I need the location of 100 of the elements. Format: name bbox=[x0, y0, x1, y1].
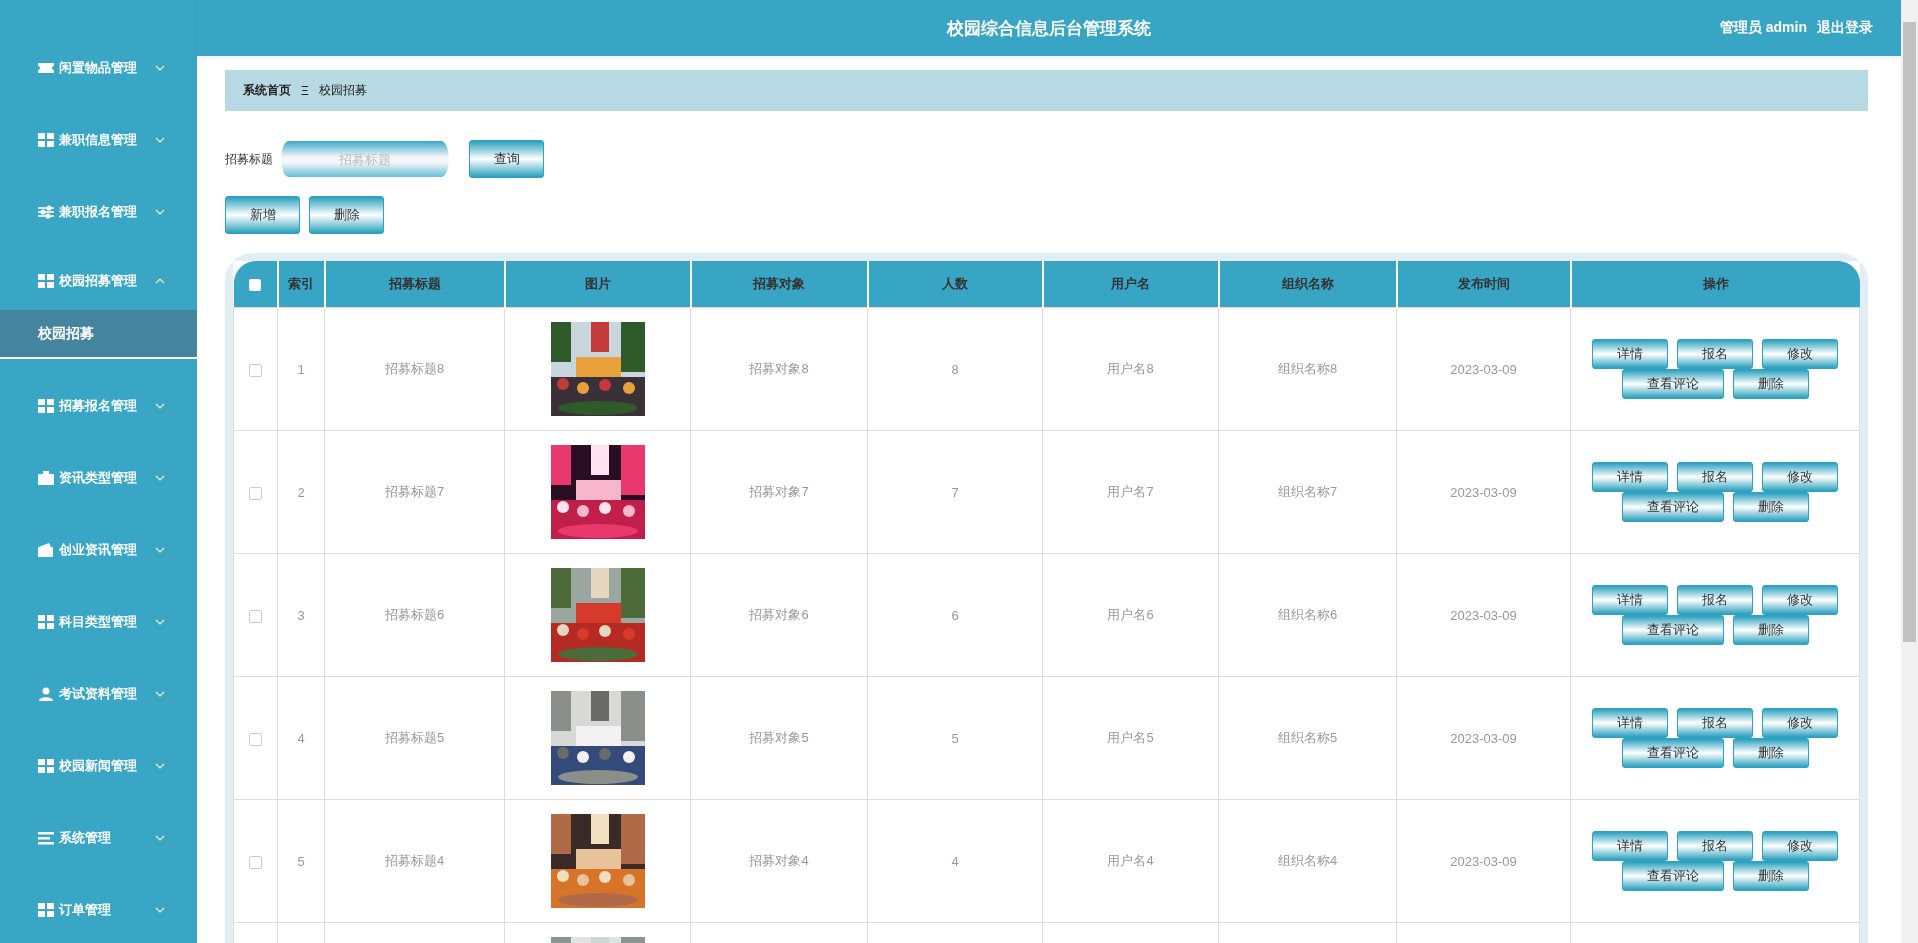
table-cell: 招募标题7 bbox=[384, 484, 445, 499]
action-button[interactable]: 报名 bbox=[1677, 462, 1753, 492]
select-all-checkbox[interactable] bbox=[249, 279, 261, 292]
grid-icon bbox=[38, 399, 54, 413]
action-button[interactable]: 报名 bbox=[1677, 708, 1753, 738]
table-cell: 2023-03-09 bbox=[1450, 607, 1517, 623]
table-cell: 用户名7 bbox=[1107, 484, 1154, 499]
briefcase-icon bbox=[38, 471, 54, 485]
table-cell: 2023-03-09 bbox=[1450, 484, 1517, 500]
lines-icon bbox=[38, 831, 54, 845]
table-cell: 2023-03-09 bbox=[1450, 361, 1517, 377]
column-header: 招募对象 bbox=[690, 261, 868, 308]
column-header: 组织名称 bbox=[1218, 261, 1397, 308]
menu-label: 创业资讯管理 bbox=[59, 541, 138, 559]
row-checkbox[interactable] bbox=[249, 855, 262, 869]
table-cell: 招募标题6 bbox=[384, 607, 445, 622]
delete-button[interactable]: 删除 bbox=[309, 196, 384, 234]
action-button[interactable]: 报名 bbox=[1677, 585, 1753, 615]
table-cell: 招募标题8 bbox=[384, 361, 445, 376]
action-button[interactable]: 删除 bbox=[1732, 738, 1809, 768]
grid-icon bbox=[38, 274, 54, 288]
table-cell: 招募对象7 bbox=[749, 484, 809, 499]
table-cell: 组织名称8 bbox=[1277, 361, 1338, 376]
column-header: 索引 bbox=[277, 261, 325, 308]
search-field[interactable]: 招募标题 bbox=[281, 141, 449, 177]
row-checkbox[interactable] bbox=[249, 363, 262, 377]
chevron-icon bbox=[155, 278, 165, 284]
column-header: 发布时间 bbox=[1396, 261, 1571, 308]
action-button[interactable]: 删除 bbox=[1732, 861, 1809, 891]
sliders-icon bbox=[38, 205, 54, 219]
chevron-icon bbox=[155, 475, 165, 481]
action-button[interactable]: 详情 bbox=[1592, 831, 1668, 861]
action-button[interactable]: 删除 bbox=[1732, 615, 1809, 645]
table-cell: 组织名称6 bbox=[1277, 607, 1338, 622]
grid-icon bbox=[38, 903, 54, 917]
row-checkbox[interactable] bbox=[249, 732, 262, 746]
action-button[interactable]: 查看评论 bbox=[1621, 861, 1724, 891]
row-checkbox[interactable] bbox=[249, 609, 262, 623]
scrollbar[interactable] bbox=[1901, 0, 1918, 943]
breadcrumb-separator: Ξ bbox=[301, 83, 309, 98]
action-button[interactable]: 删除 bbox=[1732, 492, 1809, 522]
table-cell: 招募对象8 bbox=[749, 361, 809, 376]
menu-label: 招募报名管理 bbox=[59, 397, 138, 415]
menu-label: 校园新闻管理 bbox=[59, 757, 138, 775]
table-cell: 5 bbox=[951, 730, 959, 746]
chevron-icon bbox=[155, 691, 165, 697]
action-button[interactable]: 查看评论 bbox=[1621, 738, 1724, 768]
chevron-icon bbox=[155, 619, 165, 625]
table-cell: 组织名称5 bbox=[1277, 730, 1338, 745]
table-cell: 用户名4 bbox=[1107, 853, 1154, 868]
app-title: 校园综合信息后台管理系统 bbox=[947, 17, 1151, 40]
table-cell: 3 bbox=[297, 607, 305, 623]
menu-label: 资讯类型管理 bbox=[59, 469, 138, 487]
submenu-item[interactable]: 校园招募 bbox=[0, 310, 197, 359]
user-label: 管理员 admin bbox=[1719, 19, 1807, 37]
table-cell: 用户名5 bbox=[1107, 730, 1154, 745]
chevron-icon bbox=[155, 907, 165, 913]
home-link[interactable]: 系统首页 bbox=[243, 82, 291, 99]
action-button[interactable]: 修改 bbox=[1762, 831, 1838, 861]
table-cell: 2023-03-09 bbox=[1450, 853, 1517, 869]
menu-label: 校园招募管理 bbox=[59, 272, 138, 290]
menu-label: 考试资料管理 bbox=[59, 685, 138, 703]
field-label: 招募标题 bbox=[225, 150, 273, 168]
table-cell: 组织名称7 bbox=[1277, 484, 1338, 499]
table-cell: 4 bbox=[297, 730, 305, 746]
add-button[interactable]: 新增 bbox=[225, 196, 300, 234]
action-button[interactable]: 修改 bbox=[1762, 339, 1838, 369]
table-cell: 用户名6 bbox=[1107, 607, 1154, 622]
action-button[interactable]: 详情 bbox=[1592, 339, 1668, 369]
action-button[interactable]: 详情 bbox=[1592, 585, 1668, 615]
action-button[interactable]: 详情 bbox=[1592, 708, 1668, 738]
chevron-icon bbox=[155, 547, 165, 553]
wallet-icon bbox=[38, 543, 54, 557]
table-cell: 6 bbox=[951, 607, 959, 623]
table-cell: 8 bbox=[951, 361, 959, 377]
menu-label: 兼职报名管理 bbox=[59, 203, 138, 221]
chevron-icon bbox=[155, 835, 165, 841]
action-button[interactable]: 报名 bbox=[1677, 339, 1753, 369]
action-button[interactable]: 修改 bbox=[1762, 462, 1838, 492]
chevron-icon bbox=[155, 209, 165, 215]
column-header: 操作 bbox=[1570, 261, 1860, 308]
action-button[interactable]: 详情 bbox=[1592, 462, 1668, 492]
table-cell: 4 bbox=[951, 853, 959, 869]
table-cell: 7 bbox=[951, 484, 959, 500]
action-button[interactable]: 修改 bbox=[1762, 585, 1838, 615]
action-button[interactable]: 查看评论 bbox=[1621, 492, 1724, 522]
person-icon bbox=[38, 687, 54, 701]
search-button[interactable]: 查询 bbox=[469, 140, 544, 178]
action-button[interactable]: 查看评论 bbox=[1621, 615, 1724, 645]
row-checkbox[interactable] bbox=[249, 486, 262, 500]
grid-icon bbox=[38, 133, 54, 147]
action-button[interactable]: 查看评论 bbox=[1621, 369, 1724, 399]
chevron-icon bbox=[155, 65, 165, 71]
table-cell: 5 bbox=[297, 853, 305, 869]
action-button[interactable]: 删除 bbox=[1732, 369, 1809, 399]
action-button[interactable]: 修改 bbox=[1762, 708, 1838, 738]
column-header: 招募标题 bbox=[324, 261, 505, 308]
action-button[interactable]: 报名 bbox=[1677, 831, 1753, 861]
table-cell: 2023-03-09 bbox=[1450, 730, 1517, 746]
ticket-icon bbox=[38, 61, 54, 75]
